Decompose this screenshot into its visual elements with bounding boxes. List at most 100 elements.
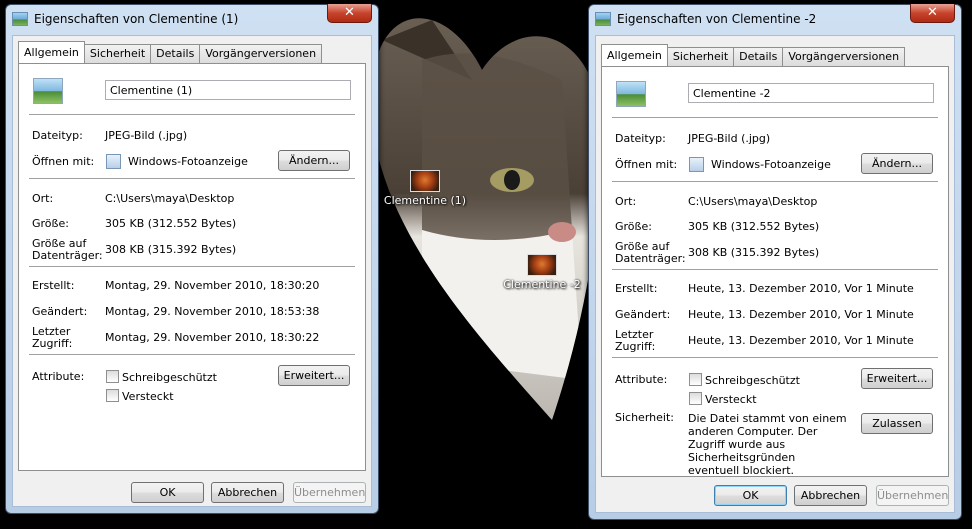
location-label: Ort: bbox=[32, 192, 54, 205]
filename-field[interactable]: Clementine (1) bbox=[105, 80, 351, 100]
separator bbox=[612, 269, 938, 271]
accessed-value: Heute, 13. Dezember 2010, Vor 1 Minute bbox=[688, 334, 914, 347]
filename-field[interactable]: Clementine -2 bbox=[688, 83, 934, 103]
properties-dialog: Eigenschaften von Clementine (1) ✕ Allge… bbox=[5, 4, 379, 514]
security-label: Sicherheit: bbox=[615, 411, 674, 424]
modified-label: Geändert: bbox=[32, 305, 88, 318]
hidden-label: Versteckt bbox=[122, 390, 174, 403]
cancel-button[interactable]: Abbrechen bbox=[794, 485, 867, 506]
size-on-disk-label: Größe auf Datenträger: bbox=[32, 237, 103, 262]
created-value: Heute, 13. Dezember 2010, Vor 1 Minute bbox=[688, 282, 914, 295]
readonly-checkbox[interactable] bbox=[689, 373, 702, 386]
created-label: Erstellt: bbox=[615, 282, 658, 295]
hidden-label: Versteckt bbox=[705, 393, 757, 406]
location-value: C:\Users\maya\Desktop bbox=[688, 195, 818, 208]
filetype-label: Dateityp: bbox=[32, 129, 83, 142]
accessed-label: Letzter Zugriff: bbox=[32, 325, 73, 350]
tab-strip: Allgemein Sicherheit Details Vorgängerve… bbox=[18, 41, 323, 63]
desktop-icon-label: Clementine -2 bbox=[503, 278, 581, 291]
close-button[interactable]: ✕ bbox=[327, 4, 372, 23]
unblock-button[interactable]: Zulassen bbox=[861, 413, 933, 434]
tab-details[interactable]: Details bbox=[150, 44, 201, 63]
separator bbox=[29, 266, 355, 268]
size-value: 305 KB (312.552 Bytes) bbox=[105, 217, 237, 230]
title-bar[interactable]: Eigenschaften von Clementine (1) bbox=[12, 9, 338, 29]
heart-wallpaper-image bbox=[371, 18, 602, 421]
image-file-icon bbox=[616, 81, 646, 107]
apply-button[interactable]: Übernehmen bbox=[876, 485, 949, 506]
tab-previous-versions[interactable]: Vorgängerversionen bbox=[782, 47, 906, 66]
separator bbox=[612, 117, 938, 119]
apply-button[interactable]: Übernehmen bbox=[293, 482, 366, 503]
tab-previous-versions[interactable]: Vorgängerversionen bbox=[199, 44, 323, 63]
tab-security[interactable]: Sicherheit bbox=[666, 47, 735, 66]
separator bbox=[612, 357, 938, 359]
size-on-disk-value: 308 KB (315.392 Bytes) bbox=[105, 243, 237, 256]
size-on-disk-label: Größe auf Datenträger: bbox=[615, 240, 686, 265]
modified-label: Geändert: bbox=[615, 308, 671, 321]
tab-details[interactable]: Details bbox=[733, 47, 784, 66]
dialog-client-area: Allgemein Sicherheit Details Vorgängerve… bbox=[12, 35, 372, 507]
modified-value: Heute, 13. Dezember 2010, Vor 1 Minute bbox=[688, 308, 914, 321]
attributes-label: Attribute: bbox=[615, 373, 668, 386]
readonly-label: Schreibgeschützt bbox=[122, 371, 217, 384]
title-bar[interactable]: Eigenschaften von Clementine -2 bbox=[595, 9, 921, 29]
size-value: 305 KB (312.552 Bytes) bbox=[688, 220, 820, 233]
general-tab-panel: Clementine (1) Dateityp: JPEG-Bild (.jpg… bbox=[18, 63, 366, 471]
openwith-value: Windows-Fotoanzeige bbox=[128, 155, 248, 168]
window-title: Eigenschaften von Clementine (1) bbox=[34, 12, 239, 26]
photo-viewer-icon bbox=[106, 154, 121, 169]
photo-viewer-icon bbox=[689, 157, 704, 172]
size-label: Größe: bbox=[32, 217, 69, 230]
size-on-disk-value: 308 KB (315.392 Bytes) bbox=[688, 246, 820, 259]
openwith-label: Öffnen mit: bbox=[615, 158, 678, 171]
close-icon: ✕ bbox=[344, 5, 355, 20]
image-file-icon bbox=[595, 12, 611, 26]
tab-general[interactable]: Allgemein bbox=[601, 44, 668, 66]
advanced-button[interactable]: Erweitert... bbox=[278, 365, 350, 386]
openwith-label: Öffnen mit: bbox=[32, 155, 95, 168]
change-button[interactable]: Ändern... bbox=[861, 153, 933, 174]
hidden-checkbox[interactable] bbox=[689, 392, 702, 405]
window-title: Eigenschaften von Clementine -2 bbox=[617, 12, 817, 26]
change-button[interactable]: Ändern... bbox=[278, 150, 350, 171]
close-icon: ✕ bbox=[927, 5, 938, 20]
openwith-value: Windows-Fotoanzeige bbox=[711, 158, 831, 171]
general-tab-panel: Clementine -2 Dateityp: JPEG-Bild (.jpg)… bbox=[601, 66, 949, 477]
image-thumbnail-icon bbox=[527, 254, 557, 276]
accessed-value: Montag, 29. November 2010, 18:30:22 bbox=[105, 331, 320, 344]
dialog-client-area: Allgemein Sicherheit Details Vorgängerve… bbox=[595, 35, 955, 513]
separator bbox=[29, 354, 355, 356]
cancel-button[interactable]: Abbrechen bbox=[211, 482, 284, 503]
location-label: Ort: bbox=[615, 195, 637, 208]
readonly-label: Schreibgeschützt bbox=[705, 374, 800, 387]
attributes-label: Attribute: bbox=[32, 370, 85, 383]
image-thumbnail-icon bbox=[410, 170, 440, 192]
tab-strip: Allgemein Sicherheit Details Vorgängerve… bbox=[601, 44, 906, 66]
filetype-value: JPEG-Bild (.jpg) bbox=[105, 129, 188, 142]
desktop-file-icon[interactable]: Clementine -2 bbox=[487, 254, 597, 291]
tab-security[interactable]: Sicherheit bbox=[83, 44, 152, 63]
properties-dialog: Eigenschaften von Clementine -2 ✕ Allgem… bbox=[588, 4, 962, 520]
filetype-value: JPEG-Bild (.jpg) bbox=[688, 132, 771, 145]
filetype-label: Dateityp: bbox=[615, 132, 666, 145]
tab-general[interactable]: Allgemein bbox=[18, 41, 85, 63]
size-label: Größe: bbox=[615, 220, 652, 233]
desktop-file-icon[interactable]: Clementine (1) bbox=[370, 170, 480, 207]
close-button[interactable]: ✕ bbox=[910, 4, 955, 23]
security-warning-text: Die Datei stammt von einem anderen Compu… bbox=[688, 412, 847, 477]
hidden-checkbox[interactable] bbox=[106, 389, 119, 402]
advanced-button[interactable]: Erweitert... bbox=[861, 368, 933, 389]
image-file-icon bbox=[33, 78, 63, 104]
ok-button[interactable]: OK bbox=[131, 482, 204, 503]
desktop-icon-label: Clementine (1) bbox=[383, 194, 467, 207]
separator bbox=[29, 178, 355, 180]
separator bbox=[29, 114, 355, 116]
ok-button[interactable]: OK bbox=[714, 485, 787, 506]
modified-value: Montag, 29. November 2010, 18:53:38 bbox=[105, 305, 320, 318]
created-value: Montag, 29. November 2010, 18:30:20 bbox=[105, 279, 320, 292]
readonly-checkbox[interactable] bbox=[106, 370, 119, 383]
accessed-label: Letzter Zugriff: bbox=[615, 328, 656, 353]
created-label: Erstellt: bbox=[32, 279, 75, 292]
separator bbox=[612, 181, 938, 183]
